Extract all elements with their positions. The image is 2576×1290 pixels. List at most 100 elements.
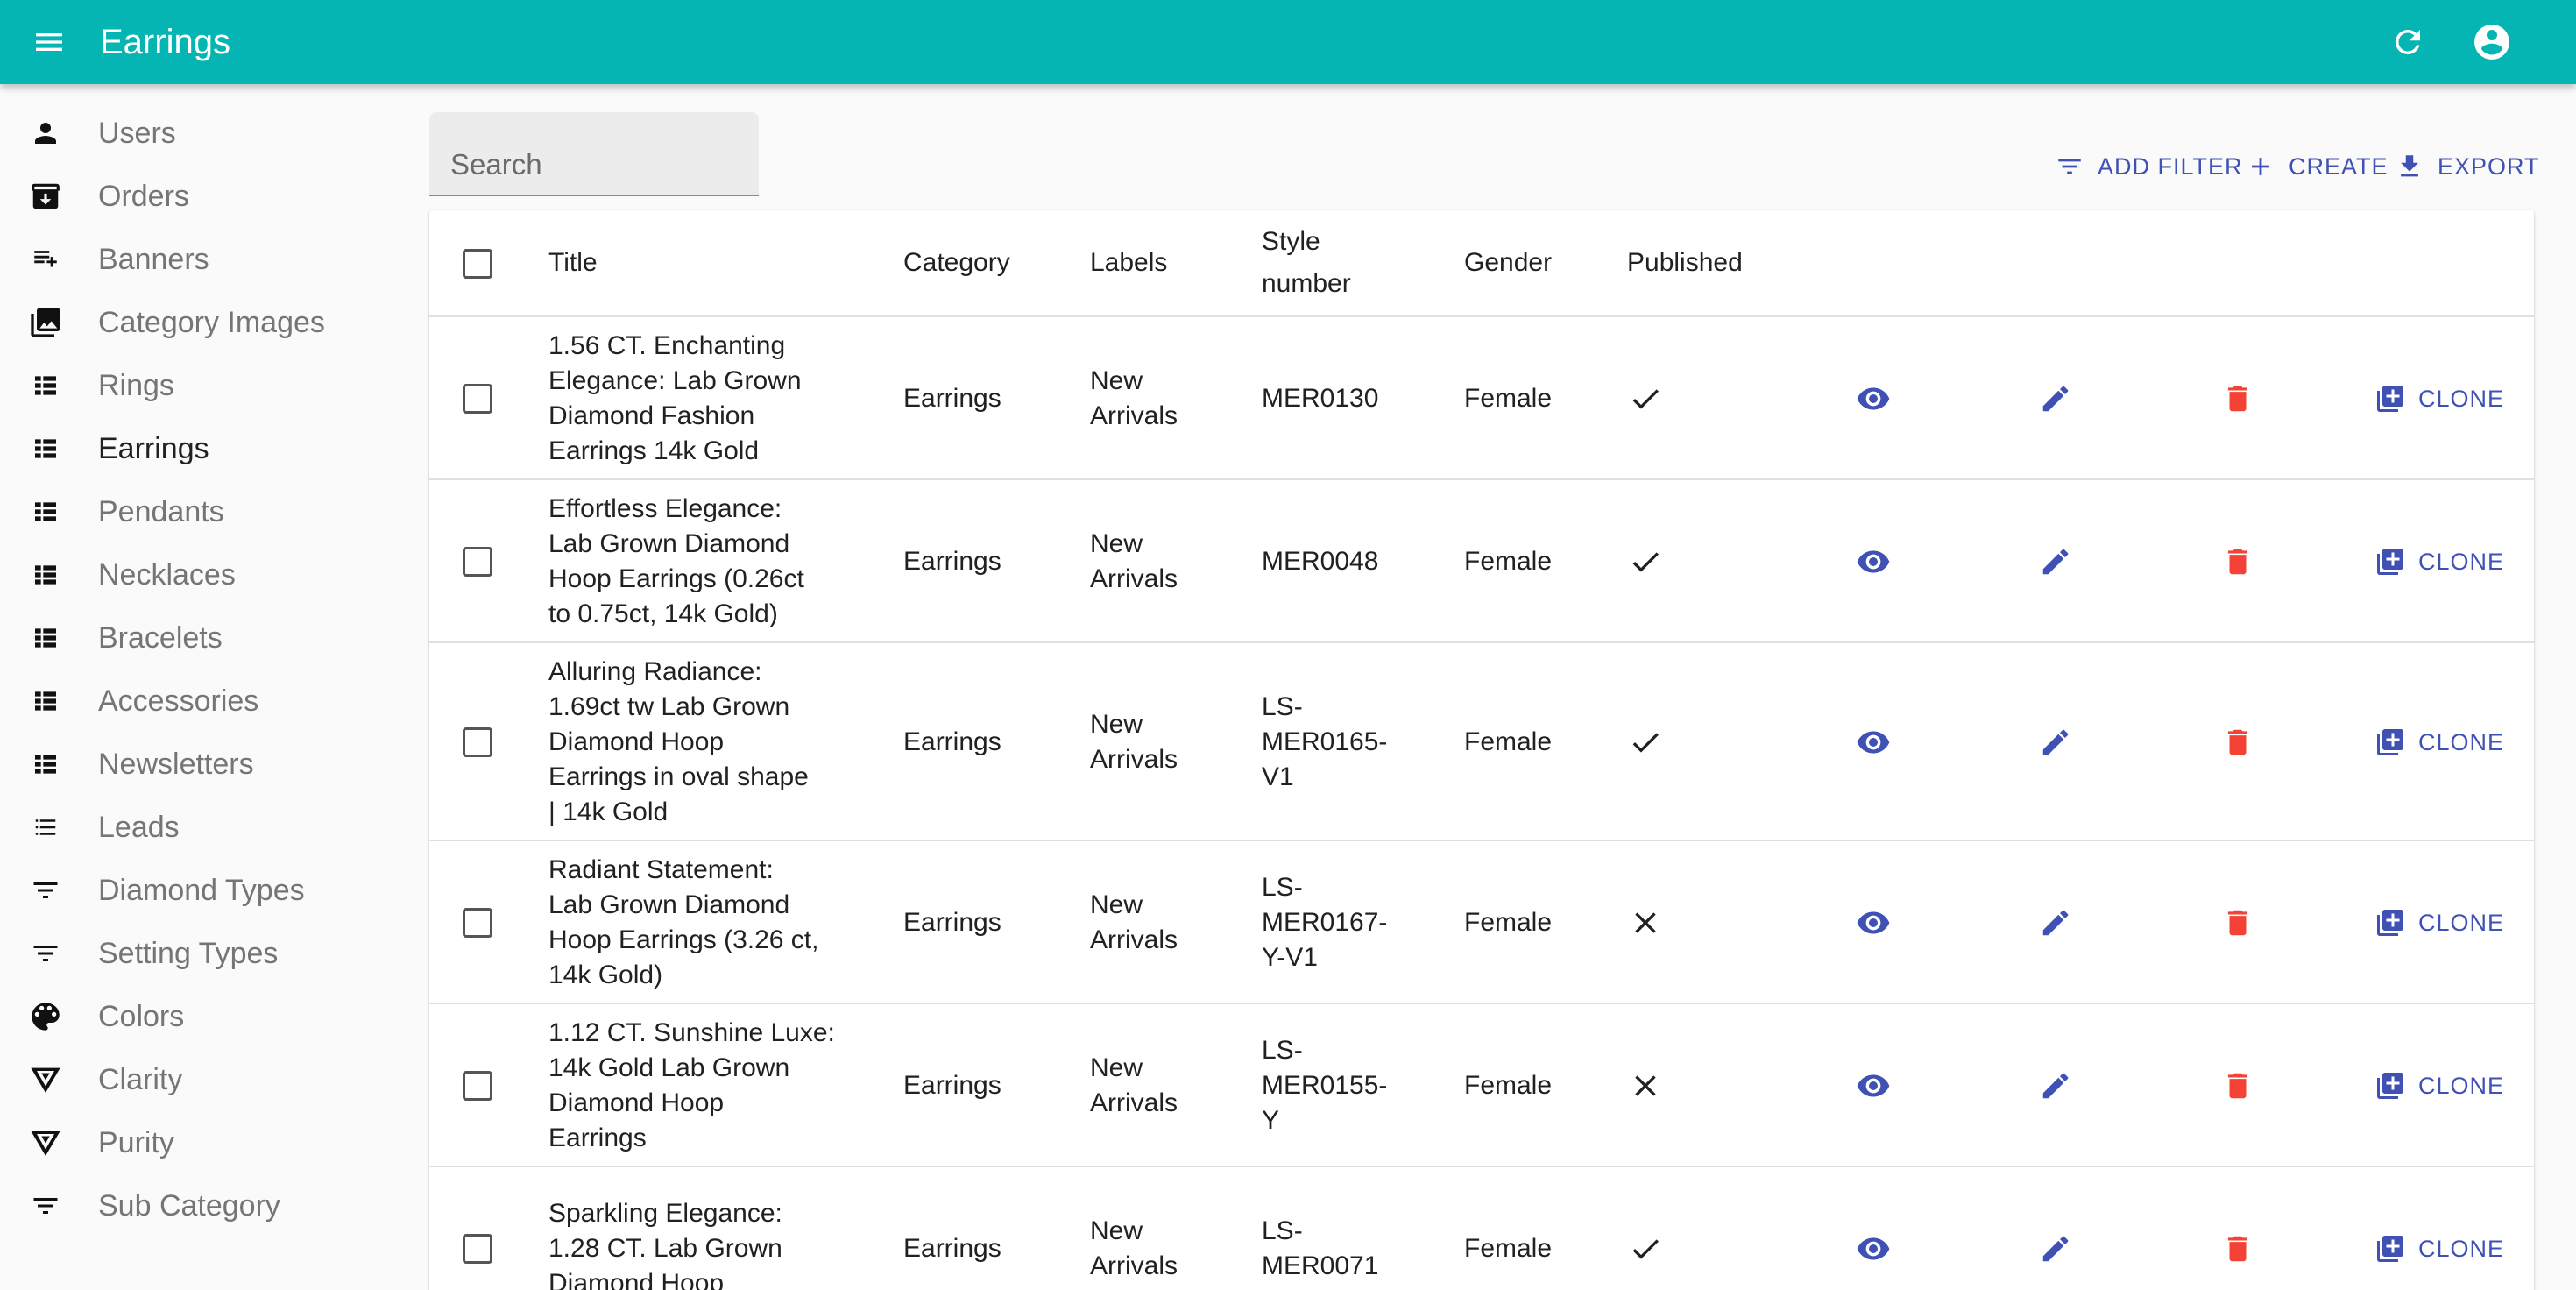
cell-style-number-line: MER0165- <box>1262 727 1388 756</box>
delete-icon[interactable] <box>2217 541 2259 583</box>
export-button[interactable]: EXPORT <box>2394 147 2540 186</box>
sidebar-item-pendants[interactable]: Pendants <box>0 480 412 543</box>
select-all-checkbox[interactable] <box>463 249 492 279</box>
header-published[interactable]: Published <box>1627 242 1743 284</box>
header-category[interactable]: Category <box>903 242 1010 284</box>
show-icon[interactable] <box>1852 541 1894 583</box>
row-checkbox[interactable] <box>463 384 492 414</box>
clone-button[interactable]: CLONE <box>2373 1065 2504 1107</box>
show-icon[interactable] <box>1852 902 1894 944</box>
view-list-icon <box>26 493 65 531</box>
sidebar-item-users[interactable]: Users <box>0 102 412 165</box>
sidebar-item-colors[interactable]: Colors <box>0 985 412 1048</box>
cell-title-line: Earrings 14k Gold <box>548 436 760 465</box>
create-button[interactable]: CREATE <box>2245 147 2388 186</box>
cell-style-number-line: LS- <box>1262 692 1303 721</box>
view-list-icon <box>26 366 65 405</box>
sidebar-item-sub-category[interactable]: Sub Category <box>0 1174 412 1237</box>
delete-icon[interactable] <box>2217 721 2259 763</box>
cell-title-line: Diamond Fashion <box>548 401 755 430</box>
sidebar-item-setting-types[interactable]: Setting Types <box>0 922 412 985</box>
sidebar-item-necklaces[interactable]: Necklaces <box>0 543 412 606</box>
table-row[interactable]: 1.56 CT. Enchanting Elegance: Lab Grown Di… <box>429 317 2534 480</box>
table-row[interactable]: Sparkling Elegance: 1.28 CT. Lab Grown Dia… <box>429 1167 2534 1290</box>
row-checkbox[interactable] <box>463 727 492 757</box>
delete-icon[interactable] <box>2217 902 2259 944</box>
sidebar-item-accessories[interactable]: Accessories <box>0 670 412 733</box>
sidebar-item-bracelets[interactable]: Bracelets <box>0 606 412 670</box>
clone-button[interactable]: CLONE <box>2373 541 2504 583</box>
sidebar-item-label: Clarity <box>98 1062 183 1096</box>
cell-title-line: Earrings <box>548 1123 647 1152</box>
sidebar-item-rings[interactable]: Rings <box>0 354 412 417</box>
cell-labels-line: New <box>1090 710 1143 739</box>
show-icon[interactable] <box>1852 378 1894 420</box>
cell-title-line: Sparkling Elegance: <box>548 1199 782 1228</box>
cell-style-number: LS- MER0155- Y <box>1262 1033 1402 1138</box>
row-checkbox[interactable] <box>463 908 492 938</box>
add-filter-button[interactable]: ADD FILTER <box>2054 147 2243 186</box>
table-row[interactable]: Radiant Statement: Lab Grown Diamond Hoop … <box>429 841 2534 1004</box>
row-checkbox[interactable] <box>463 1071 492 1101</box>
show-icon[interactable] <box>1852 1065 1894 1107</box>
menu-icon[interactable] <box>28 21 70 63</box>
header-style-number[interactable]: Style number <box>1262 221 1351 305</box>
sidebar-item-leads[interactable]: Leads <box>0 796 412 859</box>
show-icon[interactable] <box>1852 721 1894 763</box>
sidebar-item-banners[interactable]: Banners <box>0 228 412 291</box>
cell-title-line: | 14k Gold <box>548 797 669 826</box>
clone-label: CLONE <box>2418 1235 2505 1262</box>
edit-icon[interactable] <box>2035 902 2077 944</box>
edit-icon[interactable] <box>2035 378 2077 420</box>
cell-gender: Female <box>1464 727 1553 756</box>
header-gender[interactable]: Gender <box>1464 242 1552 284</box>
search-input[interactable] <box>429 112 759 195</box>
show-icon[interactable] <box>1852 1228 1894 1270</box>
cell-style-number: LS- MER0165- V1 <box>1262 690 1402 795</box>
clone-button[interactable]: CLONE <box>2373 721 2504 763</box>
sidebar-item-earrings[interactable]: Earrings <box>0 417 412 480</box>
refresh-icon[interactable] <box>2387 21 2429 63</box>
row-checkbox[interactable] <box>463 547 492 577</box>
edit-icon[interactable] <box>2035 1065 2077 1107</box>
sidebar-item-clarity[interactable]: Clarity <box>0 1048 412 1111</box>
filter-list-icon <box>2054 151 2085 182</box>
cell-labels-line: New <box>1090 529 1143 558</box>
sidebar-item-category-images[interactable]: Category Images <box>0 291 412 354</box>
cell-title-line: 1.56 CT. Enchanting <box>548 331 786 360</box>
cell-style-number-line: LS- <box>1262 1216 1303 1245</box>
check-icon <box>1624 378 1667 420</box>
cell-title-line: Earrings in oval shape <box>548 762 809 791</box>
sidebar-item-newsletters[interactable]: Newsletters <box>0 733 412 796</box>
header-labels[interactable]: Labels <box>1090 242 1167 284</box>
delete-icon[interactable] <box>2217 1228 2259 1270</box>
library-add-icon <box>2373 381 2408 416</box>
edit-icon[interactable] <box>2035 1228 2077 1270</box>
delete-icon[interactable] <box>2217 378 2259 420</box>
filter-list-icon <box>26 934 65 973</box>
download-icon <box>2394 151 2425 182</box>
edit-icon[interactable] <box>2035 721 2077 763</box>
edit-icon[interactable] <box>2035 541 2077 583</box>
cell-category: Earrings <box>903 727 1001 756</box>
clone-button[interactable]: CLONE <box>2373 902 2504 944</box>
sidebar-item-label: Banners <box>98 242 209 276</box>
row-checkbox[interactable] <box>463 1234 492 1264</box>
table-row[interactable]: Alluring Radiance: 1.69ct tw Lab Grown Dia… <box>429 643 2534 841</box>
clone-button[interactable]: CLONE <box>2373 378 2504 420</box>
library-add-icon <box>2373 1068 2408 1103</box>
account-circle-icon[interactable] <box>2469 19 2515 65</box>
sidebar-item-diamond-types[interactable]: Diamond Types <box>0 859 412 922</box>
table-row[interactable]: 1.12 CT. Sunshine Luxe: 14k Gold Lab Grow… <box>429 1004 2534 1167</box>
clone-label: CLONE <box>2418 728 2505 755</box>
sidebar-item-label: Rings <box>98 368 174 402</box>
cell-title-line: Hoop Earrings (3.26 ct, <box>548 925 819 954</box>
sidebar-item-orders[interactable]: Orders <box>0 165 412 228</box>
clone-label: CLONE <box>2418 385 2505 412</box>
cell-title-line: Diamond Hoop <box>548 1269 725 1290</box>
header-title[interactable]: Title <box>548 242 598 284</box>
clone-button[interactable]: CLONE <box>2373 1228 2504 1270</box>
table-row[interactable]: Effortless Elegance: Lab Grown Diamond Hoo… <box>429 480 2534 643</box>
delete-icon[interactable] <box>2217 1065 2259 1107</box>
sidebar-item-purity[interactable]: Purity <box>0 1111 412 1174</box>
